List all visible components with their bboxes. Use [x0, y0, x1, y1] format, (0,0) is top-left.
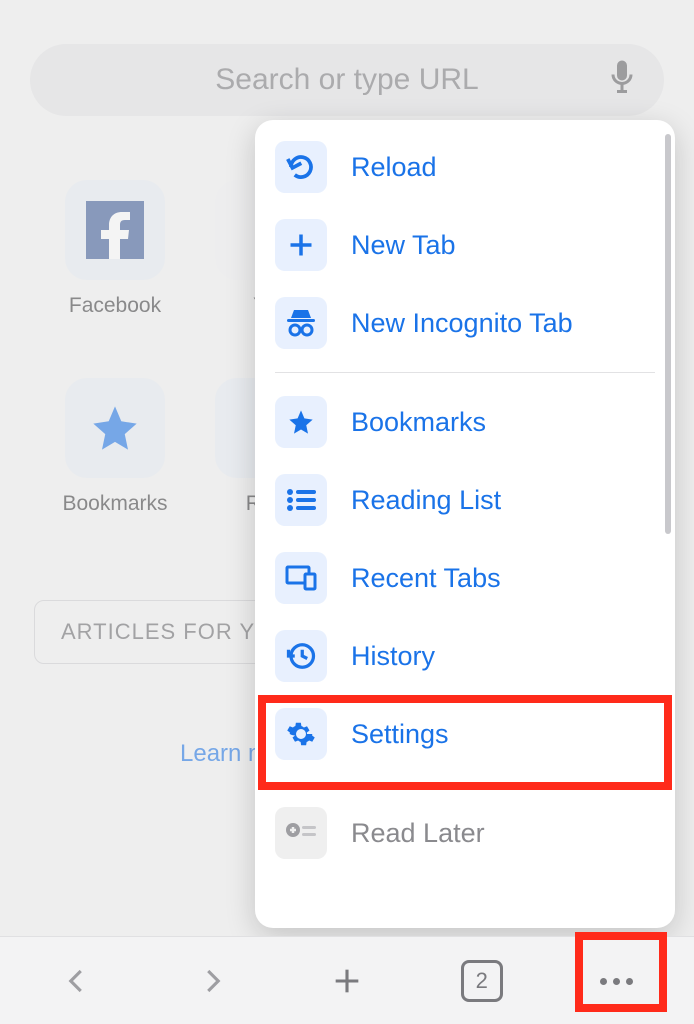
- menu-item-label: Settings: [351, 719, 449, 750]
- menu-item-label: Reload: [351, 152, 437, 183]
- shortcut-label: Facebook: [69, 294, 161, 318]
- shortcut-label: Bookmarks: [62, 492, 167, 516]
- menu-item-label: New Tab: [351, 230, 456, 261]
- menu-item-label: Reading List: [351, 485, 501, 516]
- history-icon: [275, 630, 327, 682]
- menu-item-label: Read Later: [351, 818, 485, 849]
- menu-item-label: Bookmarks: [351, 407, 486, 438]
- gear-icon: [275, 708, 327, 760]
- plus-icon: [275, 219, 327, 271]
- menu-item-label: History: [351, 641, 435, 672]
- menu-item-recent-tabs[interactable]: Recent Tabs: [255, 539, 675, 617]
- more-icon: [597, 972, 636, 990]
- tab-count: 2: [476, 968, 488, 994]
- read-later-icon: [275, 807, 327, 859]
- forward-button[interactable]: [177, 951, 247, 1011]
- menu-item-incognito[interactable]: New Incognito Tab: [255, 284, 675, 362]
- menu-divider: [275, 783, 655, 784]
- tabs-button[interactable]: 2: [447, 951, 517, 1011]
- microphone-icon[interactable]: [610, 61, 634, 100]
- menu-item-reading-list[interactable]: Reading List: [255, 461, 675, 539]
- menu-scrollbar[interactable]: [665, 134, 671, 534]
- menu-item-reload[interactable]: Reload: [255, 128, 675, 206]
- menu-item-bookmarks[interactable]: Bookmarks: [255, 383, 675, 461]
- new-tab-button[interactable]: [312, 951, 382, 1011]
- more-button[interactable]: [582, 951, 652, 1011]
- reload-icon: [275, 141, 327, 193]
- shortcut-bookmarks[interactable]: Bookmarks: [40, 378, 190, 516]
- menu-item-new-tab[interactable]: New Tab: [255, 206, 675, 284]
- menu-divider: [275, 372, 655, 373]
- star-icon: [275, 396, 327, 448]
- bottom-toolbar: 2: [0, 936, 694, 1024]
- omnibox[interactable]: Search or type URL: [30, 44, 664, 116]
- menu-item-read-later[interactable]: Read Later: [255, 794, 675, 872]
- menu-item-label: New Incognito Tab: [351, 308, 573, 339]
- incognito-icon: [275, 297, 327, 349]
- shortcut-facebook[interactable]: Facebook: [40, 180, 190, 318]
- menu-item-history[interactable]: History: [255, 617, 675, 695]
- menu-item-label: Recent Tabs: [351, 563, 501, 594]
- back-button[interactable]: [42, 951, 112, 1011]
- menu-item-settings[interactable]: Settings: [255, 695, 675, 773]
- devices-icon: [275, 552, 327, 604]
- facebook-icon: [65, 180, 165, 280]
- overflow-menu: Reload New Tab New Incognito Tab Bookmar…: [255, 120, 675, 928]
- omnibox-placeholder: Search or type URL: [215, 63, 478, 97]
- star-icon: [65, 378, 165, 478]
- list-icon: [275, 474, 327, 526]
